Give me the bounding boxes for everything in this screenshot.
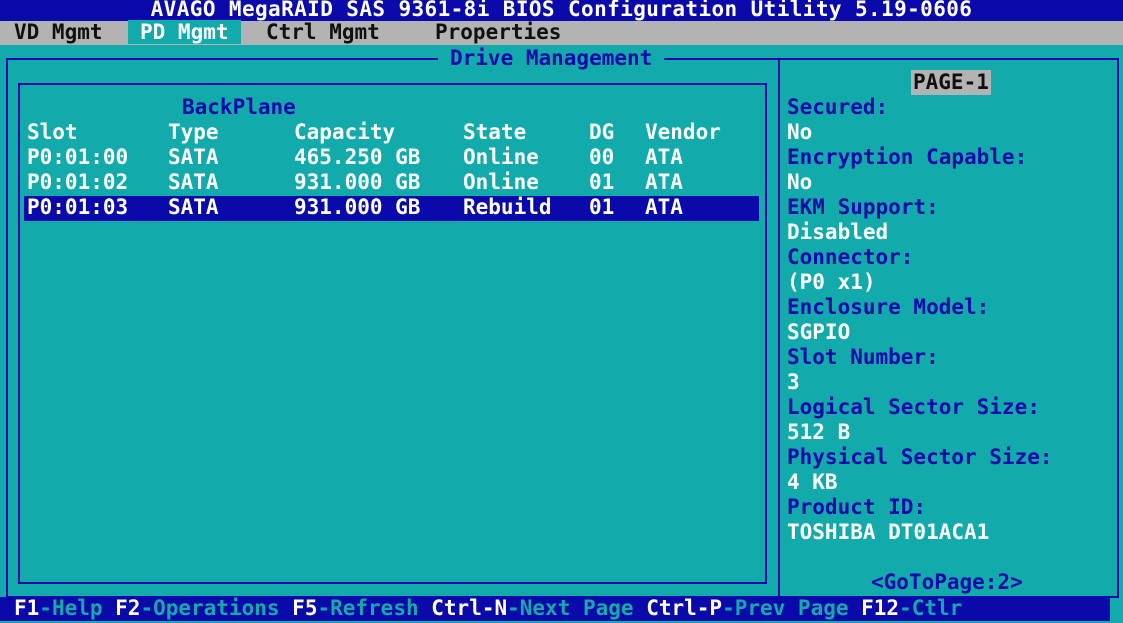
hint-ctlr: -Ctlr	[899, 596, 963, 620]
hint-next-page: -Next Page	[507, 596, 647, 620]
cell-vendor: ATA	[645, 195, 683, 219]
tab-vd-mgmt[interactable]: VD Mgmt	[2, 20, 115, 44]
column-header-dg: DG	[589, 120, 615, 144]
prop-value-encryption: No	[787, 170, 813, 194]
page-indicator: PAGE-1	[911, 70, 991, 95]
prop-value-secured: No	[787, 120, 813, 144]
key-f2[interactable]: F2	[115, 596, 140, 620]
hint-refresh: -Refresh	[317, 596, 432, 620]
prop-label-connector: Connector:	[787, 245, 914, 269]
cell-slot: P0:01:02	[27, 170, 129, 194]
key-f1[interactable]: F1	[14, 596, 39, 620]
tab-ctrl-mgmt[interactable]: Ctrl Mgmt	[254, 20, 392, 44]
prop-value-slot-number: 3	[787, 370, 800, 394]
cell-capacity: 465.250 GB	[294, 145, 421, 169]
column-header-vendor: Vendor	[645, 120, 721, 144]
drive-management-title: Drive Management	[438, 46, 665, 71]
cell-slot: P0:01:03	[27, 195, 129, 219]
status-bar: F1-Help F2-Operations F5-Refresh Ctrl-N-…	[0, 596, 1110, 621]
cell-state: Online	[463, 145, 539, 169]
prop-value-connector: (P0 x1)	[787, 270, 876, 294]
cell-dg: 01	[589, 195, 615, 219]
hint-operations: -Operations	[140, 596, 293, 620]
cell-type: SATA	[168, 195, 219, 219]
backplane-label: BackPlane	[182, 95, 296, 119]
menu-bar: VD Mgmt PD Mgmt Ctrl Mgmt Properties	[0, 20, 1123, 45]
cell-capacity: 931.000 GB	[294, 195, 421, 219]
prop-label-logical-sector: Logical Sector Size:	[787, 395, 1040, 419]
column-header-capacity: Capacity	[294, 120, 396, 144]
prop-label-secured: Secured:	[787, 95, 889, 119]
column-header-type: Type	[168, 120, 219, 144]
prop-label-physical-sector: Physical Sector Size:	[787, 445, 1053, 469]
tab-pd-mgmt[interactable]: PD Mgmt	[128, 20, 241, 44]
hint-prev-page: -Prev Page	[722, 596, 862, 620]
prop-value-logical-sector: 512 B	[787, 420, 851, 444]
cell-type: SATA	[168, 145, 219, 169]
key-ctrl-n[interactable]: Ctrl-N	[431, 596, 507, 620]
cell-capacity: 931.000 GB	[294, 170, 421, 194]
prop-value-enclosure-model: SGPIO	[787, 320, 851, 344]
goto-page-link[interactable]: <GoToPage:2>	[871, 570, 1023, 595]
prop-label-product-id: Product ID:	[787, 495, 927, 519]
prop-value-product-id: TOSHIBA DT01ACA1	[787, 520, 990, 544]
prop-label-ekm: EKM Support:	[787, 195, 939, 219]
key-f12[interactable]: F12	[861, 596, 899, 620]
key-f5[interactable]: F5	[292, 596, 317, 620]
cell-dg: 01	[589, 170, 615, 194]
hint-help: -Help	[39, 596, 116, 620]
cell-slot: P0:01:00	[27, 145, 129, 169]
prop-value-physical-sector: 4 KB	[787, 470, 838, 494]
cell-type: SATA	[168, 170, 219, 194]
window-title: AVAGO MegaRAID SAS 9361-8i BIOS Configur…	[150, 0, 973, 21]
prop-label-enclosure-model: Enclosure Model:	[787, 295, 990, 319]
prop-label-slot-number: Slot Number:	[787, 345, 939, 369]
cell-vendor: ATA	[645, 145, 683, 169]
key-ctrl-p[interactable]: Ctrl-P	[646, 596, 722, 620]
prop-label-encryption: Encryption Capable:	[787, 145, 1028, 169]
cell-dg: 00	[589, 145, 615, 169]
title-bar: AVAGO MegaRAID SAS 9361-8i BIOS Configur…	[0, 0, 1123, 21]
column-header-state: State	[463, 120, 527, 144]
cell-state: Rebuild	[463, 195, 552, 219]
tab-properties[interactable]: Properties	[423, 20, 573, 44]
cell-vendor: ATA	[645, 170, 683, 194]
cell-state: Online	[463, 170, 539, 194]
column-header-slot: Slot	[27, 120, 78, 144]
prop-value-ekm: Disabled	[787, 220, 889, 244]
key-hints: F1-Help F2-Operations F5-Refresh Ctrl-N-…	[14, 596, 962, 621]
